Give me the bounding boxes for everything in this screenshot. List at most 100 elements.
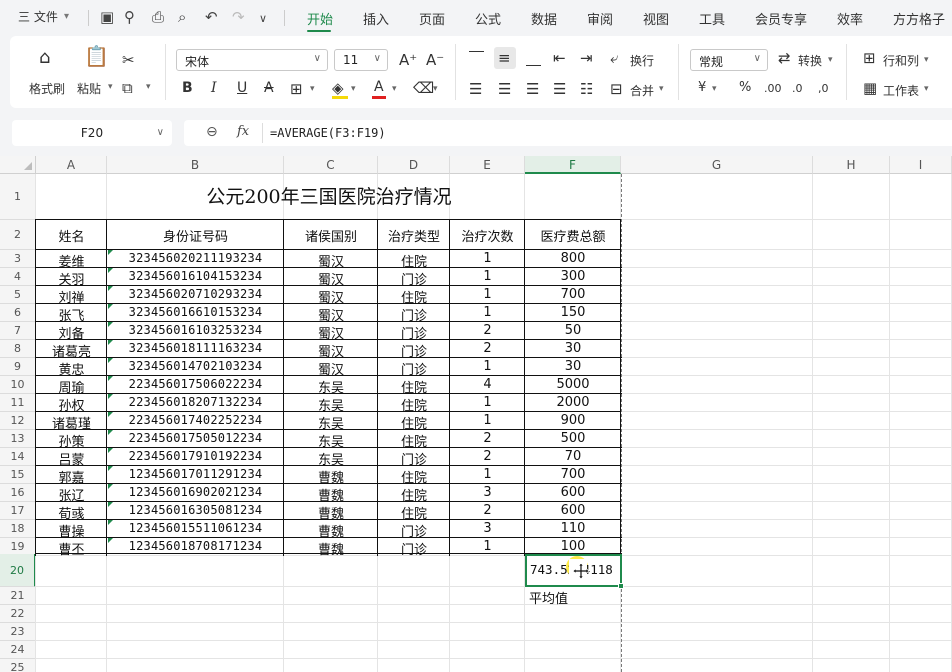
row-header-12[interactable]: 12: [0, 412, 36, 430]
state-cell[interactable]: 蜀汉: [284, 341, 378, 360]
fee-cell[interactable]: 5000: [525, 377, 621, 392]
row-header-5[interactable]: 5: [0, 286, 36, 304]
state-cell[interactable]: 东吴: [284, 413, 378, 432]
row-header-15[interactable]: 15: [0, 466, 36, 484]
id-cell[interactable]: 323456020211193234: [107, 251, 284, 265]
id-cell[interactable]: 223456017402252234: [107, 413, 284, 427]
row-header-16[interactable]: 16: [0, 484, 36, 502]
fill-color-icon[interactable]: ◈: [332, 80, 344, 96]
print-preview-icon[interactable]: ⌕: [178, 9, 186, 25]
id-cell[interactable]: 323456018111163234: [107, 341, 284, 355]
type-cell[interactable]: 门诊: [378, 305, 450, 324]
state-cell[interactable]: 东吴: [284, 449, 378, 468]
fee-cell[interactable]: 900: [525, 413, 621, 428]
strikethrough-icon[interactable]: A: [264, 80, 274, 96]
id-cell[interactable]: 323456016103253234: [107, 323, 284, 337]
align-bottom-icon[interactable]: ⎽: [526, 50, 541, 66]
count-cell[interactable]: 1: [450, 269, 525, 284]
state-cell[interactable]: 东吴: [284, 395, 378, 414]
border-icon[interactable]: ⊞: [290, 81, 303, 97]
column-header-a[interactable]: A: [36, 156, 107, 174]
count-cell[interactable]: 3: [450, 521, 525, 536]
state-cell[interactable]: 曹魏: [284, 539, 378, 558]
font-name-select[interactable]: 宋体 ∨: [176, 49, 328, 71]
id-cell[interactable]: 123456016902021234: [107, 485, 284, 499]
column-header-h[interactable]: H: [813, 156, 890, 174]
id-cell[interactable]: 323456016104153234: [107, 269, 284, 283]
tab-data[interactable]: 数据: [531, 9, 557, 28]
merge-button[interactable]: 合并: [630, 82, 654, 99]
row-header-18[interactable]: 18: [0, 520, 36, 538]
wrap-text-icon[interactable]: ⤶: [610, 50, 618, 66]
type-cell[interactable]: 住院: [378, 251, 450, 270]
row-header-4[interactable]: 4: [0, 268, 36, 286]
fee-cell[interactable]: 700: [525, 287, 621, 302]
chevron-down-icon[interactable]: ▾: [108, 82, 113, 92]
chevron-down-icon[interactable]: ▾: [351, 84, 356, 94]
type-cell[interactable]: 门诊: [378, 341, 450, 360]
chevron-down-icon[interactable]: ▾: [392, 84, 397, 94]
chevron-down-icon[interactable]: ▾: [146, 82, 151, 92]
bold-icon[interactable]: B: [182, 80, 193, 96]
state-cell[interactable]: 东吴: [284, 377, 378, 396]
row-header-7[interactable]: 7: [0, 322, 36, 340]
redo-icon[interactable]: ↷: [232, 9, 245, 25]
name-box[interactable]: F20 ∨: [12, 120, 172, 146]
name-cell[interactable]: 刘备: [36, 323, 107, 342]
merge-icon[interactable]: ⊟: [610, 81, 623, 97]
header-cell[interactable]: 治疗次数: [450, 226, 525, 245]
chevron-down-icon[interactable]: ▾: [712, 84, 717, 94]
header-cell[interactable]: 诸侯国别: [284, 226, 378, 245]
fee-cell[interactable]: 100: [525, 539, 621, 554]
row-header-11[interactable]: 11: [0, 394, 36, 412]
id-cell[interactable]: 323456016610153234: [107, 305, 284, 319]
row-header-3[interactable]: 3: [0, 250, 36, 268]
thousands-icon[interactable]: ,0: [818, 82, 829, 95]
count-cell[interactable]: 2: [450, 341, 525, 356]
state-cell[interactable]: 曹魏: [284, 485, 378, 504]
type-cell[interactable]: 住院: [378, 485, 450, 504]
type-cell[interactable]: 门诊: [378, 323, 450, 342]
count-cell[interactable]: 3: [450, 485, 525, 500]
file-menu[interactable]: 三 文件: [18, 8, 58, 25]
count-cell[interactable]: 1: [450, 395, 525, 410]
state-cell[interactable]: 曹魏: [284, 521, 378, 540]
name-cell[interactable]: 张飞: [36, 305, 107, 324]
column-header-f[interactable]: F: [525, 156, 621, 174]
type-cell[interactable]: 住院: [378, 287, 450, 306]
header-cell[interactable]: 医疗费总额: [525, 226, 621, 245]
fee-cell[interactable]: 150: [525, 305, 621, 320]
state-cell[interactable]: 蜀汉: [284, 251, 378, 270]
count-cell[interactable]: 1: [450, 467, 525, 482]
tab-home[interactable]: 开始: [307, 9, 333, 28]
more-icon[interactable]: ∨: [259, 11, 267, 27]
column-header-d[interactable]: D: [378, 156, 450, 174]
fee-cell[interactable]: 30: [525, 359, 621, 374]
decimal-increase-icon[interactable]: .00: [764, 82, 782, 95]
indent-increase-icon[interactable]: ⇥: [580, 50, 593, 66]
wrap-text-button[interactable]: 换行: [630, 52, 654, 69]
count-cell[interactable]: 1: [450, 539, 525, 554]
column-header-g[interactable]: G: [621, 156, 813, 174]
count-cell[interactable]: 1: [450, 287, 525, 302]
chevron-down-icon[interactable]: ▾: [828, 55, 833, 65]
name-cell[interactable]: 荀彧: [36, 503, 107, 522]
paste-icon[interactable]: 📋: [84, 46, 109, 66]
fee-cell[interactable]: 600: [525, 503, 621, 518]
id-cell[interactable]: 123456015511061234: [107, 521, 284, 535]
state-cell[interactable]: 蜀汉: [284, 305, 378, 324]
link-icon[interactable]: ⚲: [124, 9, 135, 25]
distribute-icon[interactable]: ☷: [580, 81, 593, 97]
id-cell[interactable]: 123456017011291234: [107, 467, 284, 481]
name-cell[interactable]: 黄忠: [36, 359, 107, 378]
fee-cell[interactable]: 70: [525, 449, 621, 464]
eraser-icon[interactable]: ⌫: [413, 80, 434, 96]
chevron-down-icon[interactable]: ▾: [433, 84, 438, 94]
name-cell[interactable]: 吕蒙: [36, 449, 107, 468]
name-cell[interactable]: 刘禅: [36, 287, 107, 306]
name-cell[interactable]: 诸葛瑾: [36, 413, 107, 432]
cut-icon[interactable]: ✂: [122, 52, 135, 68]
fee-cell[interactable]: 300: [525, 269, 621, 284]
row-header-21[interactable]: 21: [0, 587, 36, 605]
state-cell[interactable]: 蜀汉: [284, 323, 378, 342]
